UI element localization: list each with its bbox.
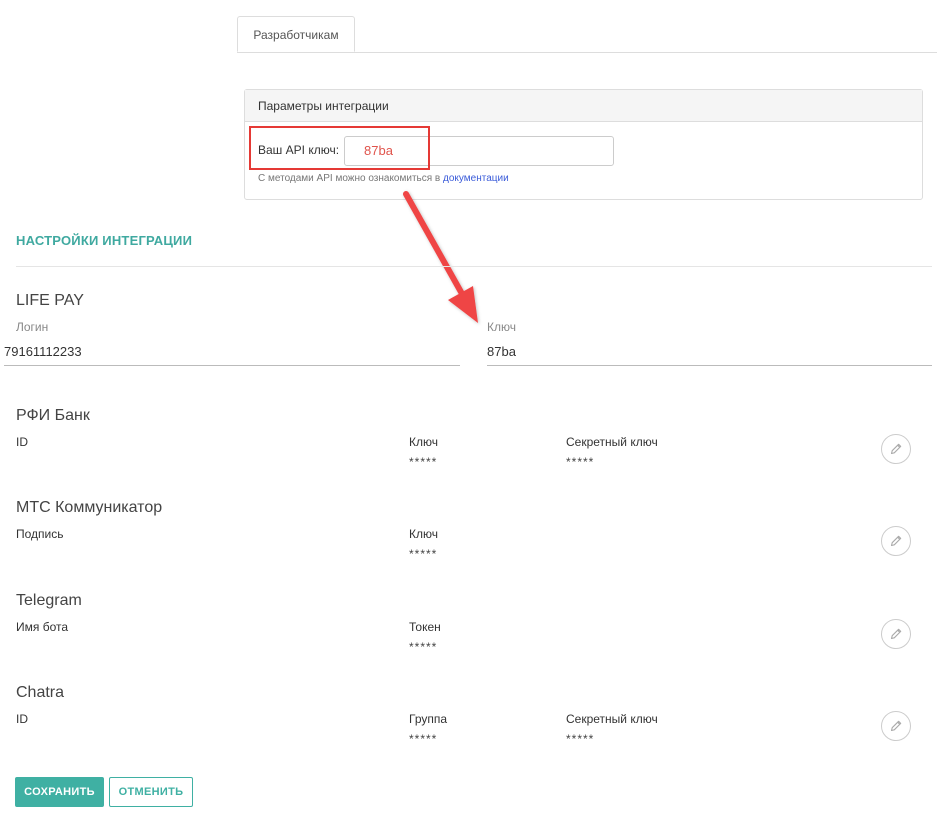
mts-edit-button[interactable] [881, 526, 911, 556]
rfi-secret-value: ***** [566, 455, 595, 469]
chatra-title: Chatra [16, 684, 65, 701]
save-button[interactable]: СОХРАНИТЬ [15, 777, 104, 807]
lifepay-title: LIFE PAY [16, 292, 84, 309]
pencil-icon [890, 720, 902, 732]
mts-key-value: ***** [409, 547, 438, 561]
chatra-edit-button[interactable] [881, 711, 911, 741]
telegram-token-value: ***** [409, 640, 438, 654]
rfi-key-label: Ключ [409, 435, 438, 449]
mts-sign-label: Подпись [16, 527, 64, 541]
lifepay-login-label: Логин [16, 320, 49, 334]
lifepay-key-field[interactable]: 87ba [487, 340, 932, 366]
chatra-group-value: ***** [409, 732, 438, 746]
section-divider [16, 266, 932, 267]
rfi-key-value: ***** [409, 455, 438, 469]
rfi-secret-label: Секретный ключ [566, 435, 658, 449]
chatra-id-label: ID [16, 712, 28, 726]
pencil-icon [890, 443, 902, 455]
red-arrow-annotation [403, 191, 478, 323]
mts-key-label: Ключ [409, 527, 438, 541]
lifepay-login-field[interactable]: 79161112233 [4, 340, 460, 366]
telegram-bot-label: Имя бота [16, 620, 69, 634]
pencil-icon [890, 628, 902, 640]
section-title: НАСТРОЙКИ ИНТЕГРАЦИИ [16, 233, 193, 248]
rfi-edit-button[interactable] [881, 434, 911, 464]
chatra-secret-value: ***** [566, 732, 595, 746]
chatra-secret-label: Секретный ключ [566, 712, 658, 726]
lifepay-key-label: Ключ [487, 320, 516, 334]
rfi-bank-title: РФИ Банк [16, 407, 90, 424]
pencil-icon [890, 535, 902, 547]
mts-title: МТС Коммуникатор [16, 499, 163, 516]
rfi-id-label: ID [16, 435, 28, 449]
telegram-title: Telegram [16, 592, 82, 609]
telegram-token-label: Токен [409, 620, 441, 634]
chatra-group-label: Группа [409, 712, 448, 726]
telegram-edit-button[interactable] [881, 619, 911, 649]
cancel-button[interactable]: ОТМЕНИТЬ [109, 777, 193, 807]
